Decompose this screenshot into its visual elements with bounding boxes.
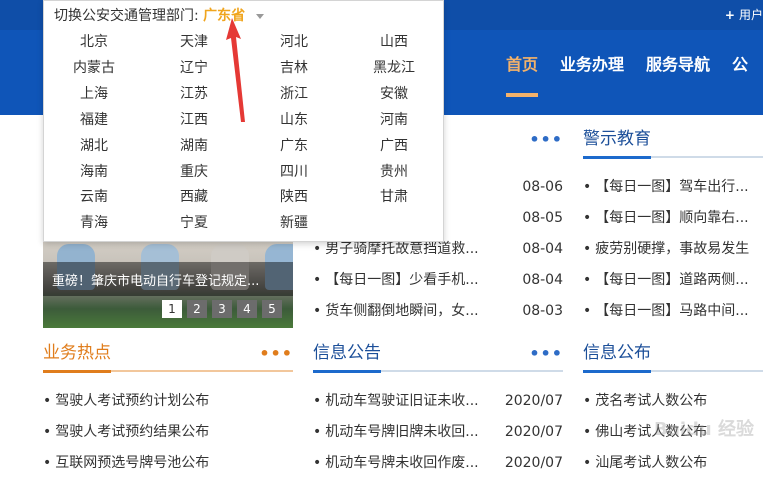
slide-page-button[interactable]: 5	[262, 300, 282, 318]
business-hot-panel: 业务热点 ••• • 驾驶人考试预约计划公布 • 驾驶人考试预约结果公布 • 互联网预…	[43, 342, 293, 479]
province-option[interactable]: 陕西	[244, 184, 344, 210]
list-item[interactable]: • 机动车号牌旧牌未收回... 2020/07	[313, 417, 563, 448]
nav-item-home[interactable]: 首页	[506, 55, 539, 97]
province-option[interactable]: 甘肃	[344, 184, 444, 210]
province-option[interactable]: 新疆	[244, 210, 344, 236]
warning-education-title[interactable]: 警示教育	[583, 128, 651, 159]
province-option[interactable]: 湖南	[144, 133, 244, 159]
info-publish-title[interactable]: 信息公布	[583, 342, 651, 373]
list-item[interactable]: • 汕尾考试人数公布	[583, 448, 763, 479]
business-hot-more-button[interactable]: •••	[259, 344, 293, 363]
list-item[interactable]: • 【每日一图】道路两侧...	[583, 265, 763, 296]
list-item[interactable]: • 【每日一图】驾车出行...	[583, 172, 763, 203]
province-option[interactable]: 海南	[44, 159, 144, 185]
province-option[interactable]: 黑龙江	[344, 55, 444, 81]
province-option[interactable]: 河南	[344, 107, 444, 133]
province-option[interactable]: 浙江	[244, 81, 344, 107]
list-item[interactable]: • 机动车驾驶证旧证未收... 2020/07	[313, 386, 563, 417]
caret-down-icon	[255, 13, 264, 19]
warning-education-list: • 【每日一图】驾车出行... • 【每日一图】顺向靠右... • 疲劳别硬撑，事故易…	[583, 172, 763, 327]
province-option[interactable]: 青海	[44, 210, 144, 236]
list-item[interactable]: • 疲劳别硬撑，事故易发生	[583, 234, 763, 265]
province-option[interactable]: 广东	[244, 133, 344, 159]
warning-education-panel: 警示教育 • 【每日一图】驾车出行... • 【每日一图】顺向靠右... • 疲劳别硬…	[583, 128, 763, 327]
info-notice-panel: 信息公告 ••• • 机动车驾驶证旧证未收... 2020/07 • 机动车号牌旧牌未…	[313, 342, 563, 479]
list-item[interactable]: • 驾驶人考试预约结果公布	[43, 417, 293, 448]
list-item[interactable]: • 互联网预选号牌号池公布	[43, 448, 293, 479]
info-notice-list: • 机动车驾驶证旧证未收... 2020/07 • 机动车号牌旧牌未收回... 2020…	[313, 386, 563, 479]
province-option[interactable]: 山东	[244, 107, 344, 133]
nav-item-service-nav[interactable]: 服务导航	[646, 55, 710, 75]
annotation-arrow-icon	[226, 18, 245, 122]
province-option[interactable]: 西藏	[144, 184, 244, 210]
user-link[interactable]: + 用户	[725, 6, 763, 23]
nav-item-business[interactable]: 业务办理	[560, 55, 624, 75]
province-option[interactable]: 河北	[244, 29, 344, 55]
baidu-watermark: Baidu 经验	[654, 419, 755, 440]
slide-page-button[interactable]: 4	[237, 300, 257, 318]
business-hot-list: • 驾驶人考试预约计划公布 • 驾驶人考试预约结果公布 • 互联网预选号牌号池公布	[43, 386, 293, 479]
news-slideshow[interactable]: 重磅！肇庆市电动自行车登记规定... 1 2 3 4 5	[43, 232, 293, 328]
nav-item-public[interactable]: 公	[732, 55, 748, 75]
list-item[interactable]: • 【每日一图】马路中间...	[583, 296, 763, 327]
list-item[interactable]: • 茂名考试人数公布	[583, 386, 763, 417]
slide-page-button[interactable]: 2	[187, 300, 207, 318]
info-publish-panel: 信息公布 • 茂名考试人数公布 • 佛山考试人数公布 • 汕尾考试人数公布	[583, 342, 763, 479]
info-notice-more-button[interactable]: •••	[529, 344, 563, 363]
slide-caption[interactable]: 重磅！肇庆市电动自行车登记规定...	[52, 270, 287, 289]
province-option[interactable]: 吉林	[244, 55, 344, 81]
plus-icon: +	[724, 8, 735, 22]
list-item[interactable]: • 货车侧翻倒地瞬间，女... 08-03	[313, 296, 563, 327]
info-notice-title[interactable]: 信息公告	[313, 342, 381, 373]
list-item[interactable]: • 机动车号牌未收回作废... 2020/07	[313, 448, 563, 479]
province-option[interactable]: 四川	[244, 159, 344, 185]
province-option[interactable]: 福建	[44, 107, 144, 133]
info-publish-header: 信息公布	[583, 342, 763, 373]
province-option[interactable]: 云南	[44, 184, 144, 210]
province-option[interactable]: 内蒙古	[44, 55, 144, 81]
province-option[interactable]: 湖北	[44, 133, 144, 159]
province-option[interactable]: 山西	[344, 29, 444, 55]
business-hot-header: 业务热点 •••	[43, 342, 293, 373]
province-option[interactable]: 上海	[44, 81, 144, 107]
slide-page-button[interactable]: 3	[212, 300, 232, 318]
main-nav: 首页 业务办理 服务导航 公	[506, 55, 763, 97]
business-hot-title[interactable]: 业务热点	[43, 342, 111, 373]
province-option[interactable]: 北京	[44, 29, 144, 55]
province-option[interactable]: 宁夏	[144, 210, 244, 236]
warning-education-header: 警示教育	[583, 128, 763, 159]
province-option[interactable]: 重庆	[144, 159, 244, 185]
province-option[interactable]: 贵州	[344, 159, 444, 185]
province-option[interactable]: 广西	[344, 133, 444, 159]
province-option[interactable]: 安徽	[344, 81, 444, 107]
slide-page-button[interactable]: 1	[162, 300, 182, 318]
list-item[interactable]: • 【每日一图】少看手机... 08-04	[313, 265, 563, 296]
slide-pager: 1 2 3 4 5	[162, 300, 287, 318]
info-notice-header: 信息公告 •••	[313, 342, 563, 373]
user-link-label: 用户	[738, 8, 763, 22]
news-more-button[interactable]: •••	[529, 130, 563, 149]
list-item[interactable]: • 【每日一图】顺向靠右...	[583, 203, 763, 234]
list-item[interactable]: • 驾驶人考试预约计划公布	[43, 386, 293, 417]
dropdown-prefix-label: 切换公安交通管理部门:	[54, 8, 199, 24]
